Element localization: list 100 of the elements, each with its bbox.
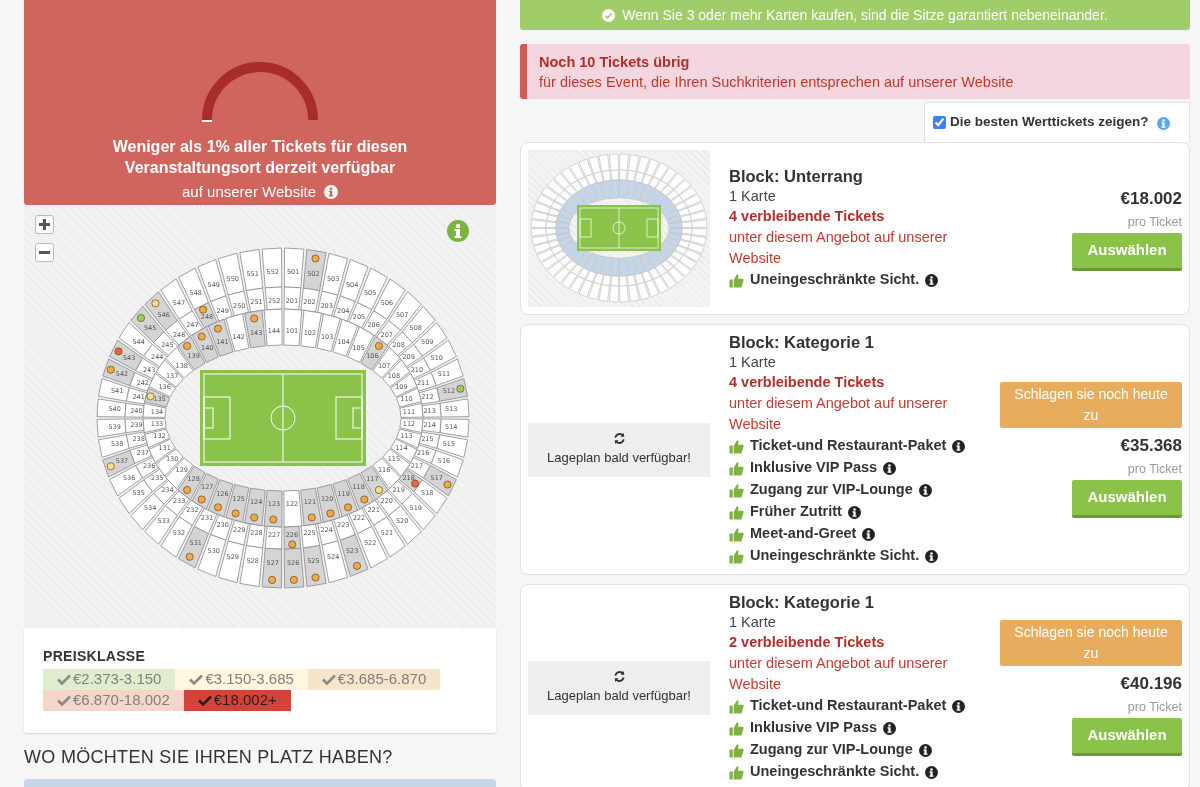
seating-section[interactable] bbox=[96, 398, 127, 418]
remaining-note: unter diesem Angebot auf unserer Website bbox=[729, 654, 949, 694]
feature-label: Zugang zur VIP-Lounge bbox=[750, 740, 913, 760]
seating-section[interactable] bbox=[264, 286, 283, 311]
price-filter-tag[interactable]: €18.002+ bbox=[183, 690, 291, 711]
seating-section[interactable] bbox=[283, 286, 302, 311]
info-icon[interactable] bbox=[862, 527, 876, 541]
info-icon[interactable] bbox=[883, 461, 897, 475]
deal-badge: Schlagen sie noch heute zu bbox=[1000, 619, 1182, 666]
seating-section[interactable] bbox=[396, 387, 422, 408]
zoom-in-button[interactable] bbox=[35, 215, 54, 234]
remaining-count: 4 verbleibende Tickets bbox=[729, 373, 886, 392]
price-filter-tag[interactable]: €2.373-3.150 bbox=[43, 669, 176, 690]
feature-label: Früher Zutritt bbox=[750, 502, 842, 522]
seating-section[interactable] bbox=[390, 438, 418, 463]
seating-section[interactable] bbox=[246, 287, 266, 313]
info-icon[interactable] bbox=[918, 483, 932, 497]
section-heading: WO MÖCHTEN SIE IHREN PLATZ HABEN? bbox=[24, 746, 394, 769]
availability-subline: auf unserer Website bbox=[182, 181, 316, 202]
info-icon[interactable] bbox=[952, 699, 966, 713]
seating-section[interactable] bbox=[390, 373, 418, 398]
block-title: Block: Kategorie 1 bbox=[729, 592, 875, 613]
info-icon[interactable] bbox=[925, 273, 939, 287]
price-filter-tag[interactable]: €3.685-6.870 bbox=[307, 669, 441, 690]
info-icon[interactable] bbox=[847, 505, 861, 519]
seating-section[interactable] bbox=[439, 418, 470, 438]
check-icon bbox=[57, 674, 71, 685]
seating-section[interactable] bbox=[148, 373, 176, 398]
thumbs-up-icon bbox=[729, 764, 744, 780]
select-button[interactable]: Auswählen bbox=[1072, 717, 1182, 756]
thumbs-up-icon bbox=[729, 272, 744, 288]
seating-section[interactable] bbox=[98, 434, 130, 458]
info-icon[interactable] bbox=[883, 721, 897, 735]
seating-section[interactable] bbox=[261, 247, 283, 289]
info-icon[interactable] bbox=[918, 743, 932, 757]
feature-label: Inklusive VIP Pass bbox=[750, 458, 878, 478]
ticket-quantity: 1 Karte bbox=[729, 353, 777, 372]
thumbs-up-icon bbox=[729, 438, 744, 454]
remaining-note: unter diesem Angebot auf unserer Website bbox=[729, 228, 949, 268]
best-value-label: Die besten Werttickets zeigen? bbox=[950, 113, 1149, 132]
seating-section[interactable] bbox=[124, 402, 145, 418]
remaining-note: unter diesem Angebot auf unserer Website bbox=[729, 394, 949, 434]
zoom-out-button[interactable] bbox=[35, 243, 54, 262]
seating-section[interactable] bbox=[436, 434, 468, 458]
seating-section[interactable] bbox=[148, 438, 176, 463]
thumbs-up-icon bbox=[729, 526, 744, 542]
info-icon[interactable] bbox=[925, 549, 939, 563]
seating-section[interactable] bbox=[283, 308, 303, 347]
price-filter-tag[interactable]: €6.870-18.002 bbox=[43, 690, 184, 711]
seating-section[interactable] bbox=[124, 418, 145, 434]
thumbs-up-icon bbox=[729, 548, 744, 564]
thumbs-up-icon bbox=[729, 698, 744, 714]
seating-section[interactable] bbox=[300, 309, 322, 349]
ticket-quantity: 1 Karte bbox=[729, 613, 777, 632]
remaining-count: 4 verbleibende Tickets bbox=[729, 207, 886, 226]
select-button[interactable]: Auswählen bbox=[1072, 232, 1182, 271]
seating-section[interactable] bbox=[109, 465, 143, 497]
price-unit: pro Ticket bbox=[1127, 460, 1182, 478]
check-icon bbox=[321, 674, 336, 685]
feature-label: Uneingeschränkte Sicht. bbox=[750, 546, 920, 566]
info-icon[interactable] bbox=[952, 439, 966, 453]
select-button[interactable]: Auswählen bbox=[1072, 479, 1182, 518]
seating-section[interactable] bbox=[399, 418, 424, 433]
seating-section[interactable] bbox=[142, 418, 167, 433]
seating-section[interactable] bbox=[423, 339, 457, 371]
price-unit: pro Ticket bbox=[1127, 213, 1182, 231]
seating-section[interactable] bbox=[142, 403, 167, 418]
seating-section[interactable] bbox=[430, 358, 464, 386]
seating-section[interactable] bbox=[283, 489, 303, 528]
availability-headline: Weniger als 1% aller Tickets für diesen Veranstaltungsort derzeit verfügbar bbox=[111, 137, 409, 178]
feature-label: Meet-and-Greet bbox=[750, 524, 857, 544]
ticket-price: €35.368 bbox=[1120, 434, 1182, 457]
alert-title: Noch 10 Tickets übrig bbox=[539, 53, 691, 72]
feature-label: Zugang zur VIP-Lounge bbox=[750, 480, 913, 500]
seating-section[interactable] bbox=[283, 247, 305, 289]
best-value-checkbox[interactable] bbox=[933, 116, 946, 129]
block-title: Block: Unterrang bbox=[729, 166, 864, 187]
info-icon[interactable] bbox=[925, 765, 939, 779]
deal-badge: Schlagen sie noch heute zu bbox=[1000, 381, 1182, 428]
seating-section[interactable] bbox=[264, 525, 283, 550]
seating-section[interactable] bbox=[96, 418, 127, 438]
feature-label: Uneingeschränkte Sicht. bbox=[750, 270, 920, 290]
legend-title: PREISKLASSE bbox=[43, 648, 147, 665]
feature-label: Inklusive VIP Pass bbox=[750, 718, 878, 738]
seating-section[interactable] bbox=[396, 428, 422, 449]
seating-section[interactable] bbox=[399, 403, 424, 418]
feature-label: Ticket-und Restaurant-Paket bbox=[750, 696, 947, 716]
seating-section[interactable] bbox=[263, 308, 283, 347]
thumbs-up-icon bbox=[729, 460, 744, 476]
seating-section[interactable] bbox=[430, 450, 464, 478]
minus-icon bbox=[39, 251, 50, 254]
thumbs-up-icon bbox=[729, 482, 744, 498]
refresh-icon bbox=[612, 431, 626, 445]
seating-section[interactable] bbox=[98, 378, 130, 402]
ticket-price: €40.196 bbox=[1120, 672, 1182, 695]
seating-section[interactable] bbox=[144, 428, 170, 449]
feature-label: Ticket-und Restaurant-Paket bbox=[750, 436, 947, 456]
price-filter-tag[interactable]: €3.150-3.685 bbox=[175, 669, 308, 690]
plus-icon bbox=[39, 219, 50, 230]
seating-section[interactable] bbox=[439, 398, 470, 418]
